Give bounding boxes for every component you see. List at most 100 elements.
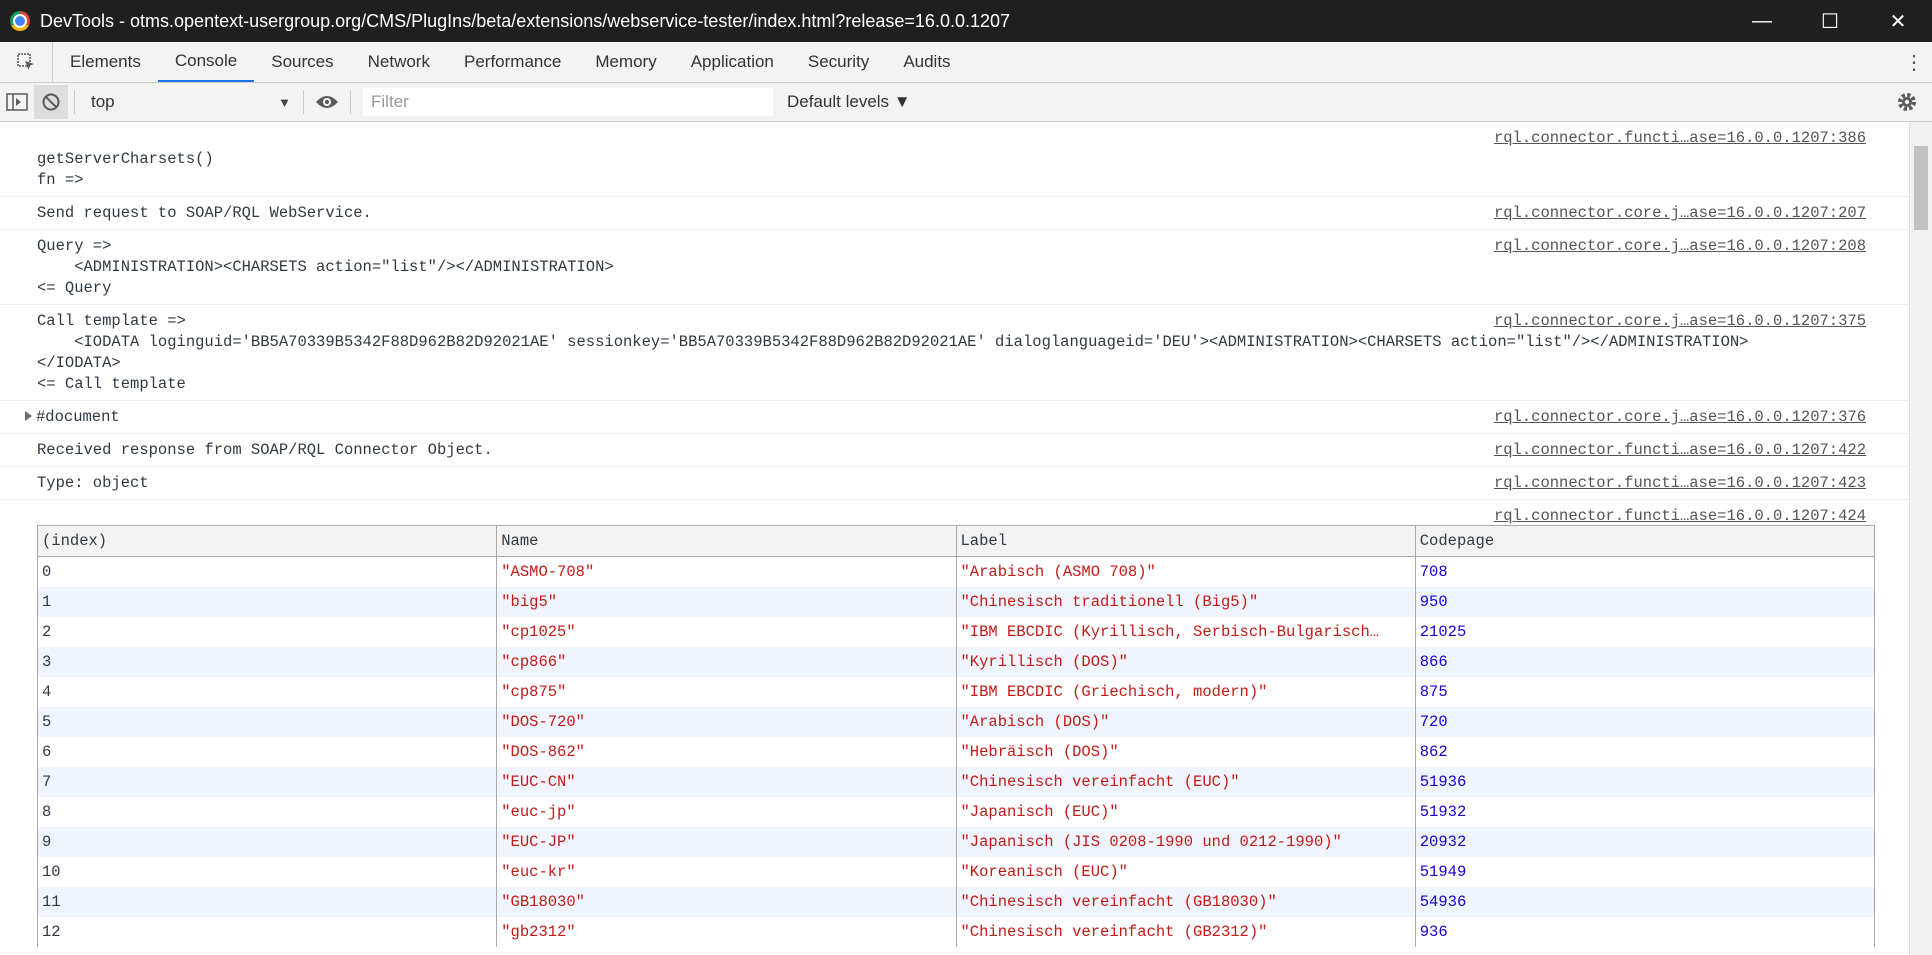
more-options-icon[interactable]: ⋮ [1902,42,1926,82]
cell-label: "Japanisch (JIS 0208-1990 und 0212-1990)… [955,827,1416,857]
tab-performance[interactable]: Performance [447,42,578,82]
cell-name: "EUC-JP" [496,827,957,857]
window-titlebar: DevTools - otms.opentext-usergroup.org/C… [0,0,1932,42]
show-sidebar-icon[interactable] [0,85,34,119]
cell-name: "euc-kr" [496,857,957,887]
chevron-down-icon: ▼ [278,94,291,110]
console-message: Call template => <IODATA loginguid='BB5A… [0,305,1910,401]
cell-label: "Chinesisch traditionell (Big5)" [955,587,1416,617]
cell-codepage: 936 [1414,917,1876,947]
source-link[interactable]: rql.connector.core.j…ase=16.0.0.1207:207 [1494,203,1866,224]
source-link[interactable]: rql.connector.functi…ase=16.0.0.1207:386 [1494,128,1866,149]
cell-codepage: 950 [1414,587,1876,617]
table-row: 5 "DOS-720" "Arabisch (DOS)" 720 [36,707,1876,737]
table-body: 0 "ASMO-708" "Arabisch (ASMO 708)" 708 1 "big… [36,556,1876,947]
context-selector[interactable]: top ▼ [81,92,297,112]
clear-console-icon[interactable] [34,85,68,119]
cell-label: "Chinesisch vereinfacht (GB18030)" [955,887,1416,917]
cell-index: 7 [36,767,498,797]
tab-network[interactable]: Network [351,42,447,82]
cell-codepage: 54936 [1414,887,1876,917]
cell-name: "euc-jp" [496,797,957,827]
column-header-name[interactable]: Name [496,525,957,557]
tab-audits[interactable]: Audits [886,42,967,82]
live-expression-eye-icon[interactable] [310,85,344,119]
filter-input[interactable] [363,88,773,116]
cell-index: 8 [36,797,498,827]
close-button[interactable]: ✕ [1864,0,1932,42]
cell-name: "big5" [496,587,957,617]
source-link[interactable]: rql.connector.core.j…ase=16.0.0.1207:208 [1494,236,1866,257]
scrollbar-thumb[interactable] [1914,146,1928,230]
cell-index: 12 [36,917,498,947]
cell-label: "Koreanisch (EUC)" [955,857,1416,887]
tab-security[interactable]: Security [791,42,886,82]
console-message: getServerCharsets() fn => rql.connector.… [0,122,1910,197]
table-row: 4 "cp875" "IBM EBCDIC (Griechisch, modern)… [36,677,1876,707]
cell-codepage: 51932 [1414,797,1876,827]
console-output: getServerCharsets() fn => rql.connector.… [0,122,1910,955]
source-link[interactable]: rql.connector.functi…ase=16.0.0.1207:424 [1494,506,1866,527]
cell-label: "Japanisch (EUC)" [955,797,1416,827]
cell-codepage: 720 [1414,707,1876,737]
cell-label: "Hebräisch (DOS)" [955,737,1416,767]
cell-index: 3 [36,647,498,677]
cell-index: 0 [36,556,498,587]
table-row: 1 "big5" "Chinesisch traditionell (Big5)" 9… [36,587,1876,617]
column-header-codepage[interactable]: Codepage [1414,525,1876,557]
cell-index: 2 [36,617,498,647]
console-message-expandable[interactable]: #document rql.connector.core.j…ase=16.0.… [0,401,1910,434]
table-row: 2 "cp1025" "IBM EBCDIC (Kyrillisch, Serbis… [36,617,1876,647]
maximize-button[interactable]: ☐ [1796,0,1864,42]
cell-index: 4 [36,677,498,707]
table-row: 8 "euc-jp" "Japanisch (EUC)" 51932 [36,797,1876,827]
cell-codepage: 708 [1414,556,1876,587]
cell-index: 5 [36,707,498,737]
source-link[interactable]: rql.connector.core.j…ase=16.0.0.1207:376 [1494,407,1866,428]
toolbar-divider [350,90,351,114]
cell-name: "cp875" [496,677,957,707]
cell-codepage: 21025 [1414,617,1876,647]
console-message: Received response from SOAP/RQL Connecto… [0,434,1910,467]
cell-label: "Kyrillisch (DOS)" [955,647,1416,677]
cell-label: "Chinesisch vereinfacht (GB2312)" [955,917,1416,947]
table-row: 12 "gb2312" "Chinesisch vereinfacht (GB231… [36,917,1876,947]
cell-label: "Arabisch (ASMO 708)" [955,556,1416,587]
tab-console[interactable]: Console [157,42,255,82]
cell-index: 9 [36,827,498,857]
toolbar-divider [74,90,75,114]
window-title: DevTools - otms.opentext-usergroup.org/C… [40,10,1011,31]
console-message: Type: object rql.connector.functi…ase=16… [0,467,1910,500]
source-link[interactable]: rql.connector.functi…ase=16.0.0.1207:422 [1494,440,1866,461]
tab-application[interactable]: Application [674,42,791,82]
cell-label: "Arabisch (DOS)" [955,707,1416,737]
source-link[interactable]: rql.connector.core.j…ase=16.0.0.1207:375 [1494,311,1866,332]
column-header-index[interactable]: (index) [36,525,498,557]
expand-triangle-icon[interactable] [25,411,32,421]
cell-name: "cp1025" [496,617,957,647]
tab-memory[interactable]: Memory [578,42,673,82]
console-message: Send request to SOAP/RQL WebService. rql… [0,197,1910,230]
cell-codepage: 51949 [1414,857,1876,887]
tab-sources[interactable]: Sources [254,42,350,82]
log-levels-dropdown[interactable]: Default levels ▼ [787,92,911,112]
table-row: 6 "DOS-862" "Hebräisch (DOS)" 862 [36,737,1876,767]
cell-index: 11 [36,887,498,917]
tab-elements[interactable]: Elements [53,42,158,82]
table-row: 7 "EUC-CN" "Chinesisch vereinfacht (EUC)" 5… [36,767,1876,797]
cell-label: "IBM EBCDIC (Griechisch, modern)" [955,677,1416,707]
console-scrollbar[interactable] [1909,122,1932,955]
inspect-element-icon[interactable] [0,42,53,82]
cell-codepage: 875 [1414,677,1876,707]
cell-codepage: 866 [1414,647,1876,677]
source-link[interactable]: rql.connector.functi…ase=16.0.0.1207:423 [1494,473,1866,494]
cell-name: "ASMO-708" [496,556,957,587]
console-message: Query => <ADMINISTRATION><CHARSETS actio… [0,230,1910,305]
gear-icon[interactable] [1890,85,1924,119]
devtools-tab-bar: Elements Console Sources Network Perform… [0,42,1932,83]
context-value: top [91,92,115,111]
minimize-button[interactable]: — [1728,0,1796,42]
cell-codepage: 51936 [1414,767,1876,797]
column-header-label[interactable]: Label [955,525,1416,557]
cell-label: "Chinesisch vereinfacht (EUC)" [955,767,1416,797]
